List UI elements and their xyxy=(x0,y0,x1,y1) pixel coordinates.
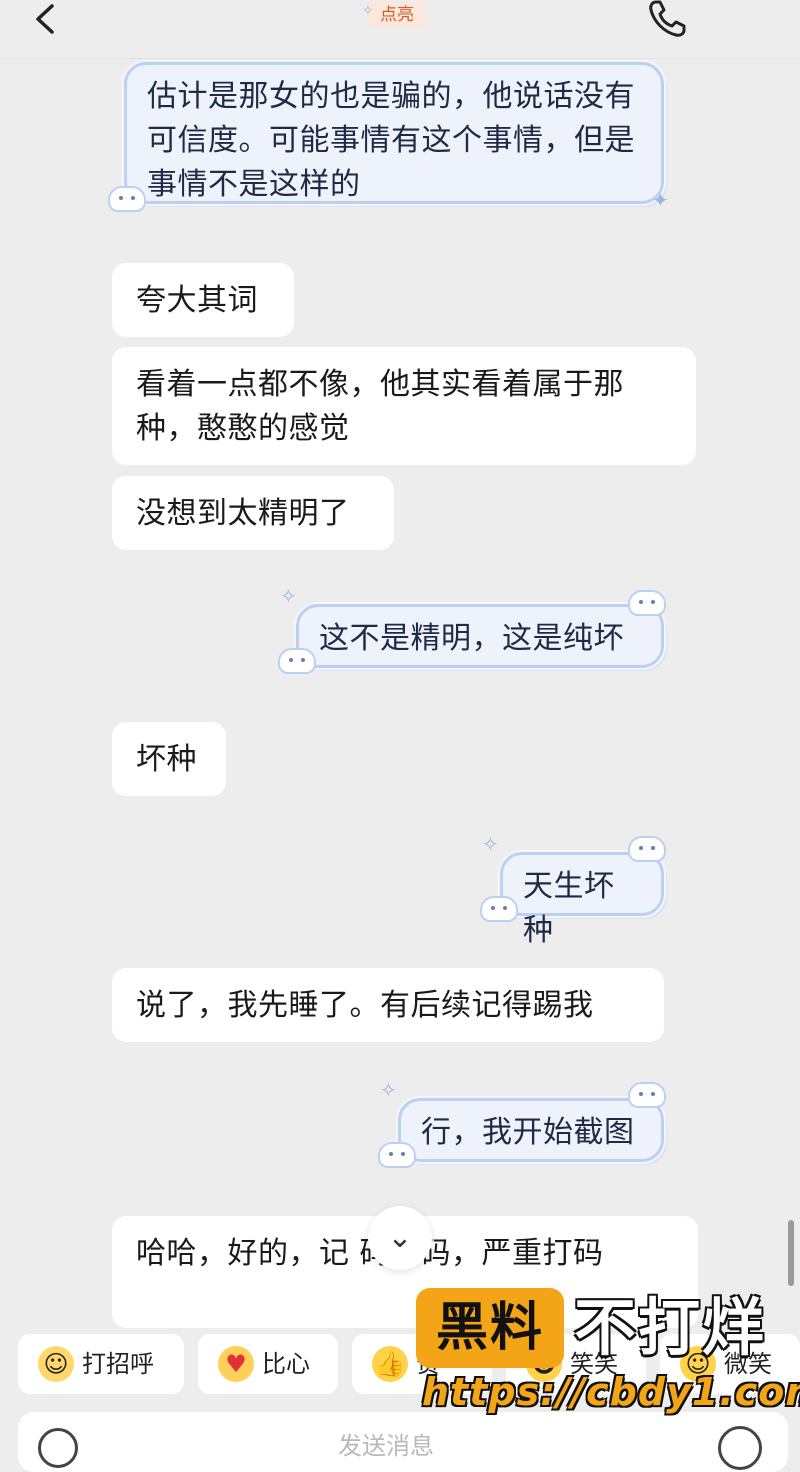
quick-reply-greet[interactable]: ☺ 打招呼 xyxy=(18,1334,184,1394)
message-text: 说了，我先睡了。有后续记得踢我 xyxy=(136,988,594,1023)
message-input[interactable]: 发送消息 xyxy=(338,1426,434,1461)
sparkle-icon: ✧ xyxy=(482,832,499,856)
message-bubble-left[interactable]: 坏种 xyxy=(112,722,226,796)
message-text: 行，我开始截图 xyxy=(421,1115,635,1150)
message-text: 坏种 xyxy=(136,742,197,777)
cat-sticker-icon xyxy=(378,1142,416,1168)
heart-hand-emoji-icon: ♥ xyxy=(218,1346,254,1382)
quick-reply-heart[interactable]: ♥ 比心 xyxy=(198,1334,338,1394)
message-text: 没想到太精明了 xyxy=(136,496,350,531)
chat-header: ✧ 点亮 xyxy=(0,0,800,59)
emoji-picker-icon[interactable] xyxy=(718,1426,762,1470)
sparkle-icon: ✦ xyxy=(652,188,669,212)
scroll-to-bottom-button[interactable]: ⌄ xyxy=(368,1206,432,1270)
highlight-tag-label: 点亮 xyxy=(380,5,414,25)
message-text: 看着一点都不像，他其实看着属于那种，憨憨的感觉 xyxy=(136,367,624,446)
sparkle-icon: ✧ xyxy=(362,3,374,19)
cat-sticker-icon xyxy=(628,1082,666,1108)
phone-call-icon[interactable] xyxy=(646,0,692,38)
message-text: 这不是精明，这是纯坏 xyxy=(319,621,624,656)
highlight-tag[interactable]: ✧ 点亮 xyxy=(362,2,426,28)
back-arrow-icon[interactable] xyxy=(30,2,64,36)
message-bubble-right[interactable]: 估计是那女的也是骗的，他说话没有可信度。可能事情有这个事情，但是事情不是这样的 xyxy=(124,62,664,204)
watermark-slogan: 不打烊 xyxy=(574,1291,767,1364)
quick-reply-label: 打招呼 xyxy=(82,1350,154,1378)
sparkle-icon: ✧ xyxy=(380,1078,397,1102)
message-text: 估计是那女的也是骗的，他说话没有可信度。可能事情有这个事情，但是事情不是这样的 xyxy=(147,79,635,202)
cat-sticker-icon xyxy=(628,590,666,616)
message-bubble-right[interactable]: 这不是精明，这是纯坏 xyxy=(296,604,664,668)
sparkle-icon: ✧ xyxy=(280,584,297,608)
watermark-url: https://cbdy1.com xyxy=(422,1370,800,1414)
cat-sticker-icon xyxy=(628,836,666,862)
message-bubble-right[interactable]: 行，我开始截图 xyxy=(398,1098,664,1162)
voice-input-icon[interactable] xyxy=(38,1428,78,1468)
watermark: 黑料 不打烊 https://cbdy1.com xyxy=(416,1286,800,1416)
scrollbar-thumb[interactable] xyxy=(788,1220,794,1286)
watermark-brand: 黑料 xyxy=(416,1288,564,1368)
message-bubble-left[interactable]: 夸大其词 xyxy=(112,263,294,337)
message-text: 天生坏种 xyxy=(523,869,615,948)
cat-sticker-icon xyxy=(278,648,316,674)
quick-reply-label: 比心 xyxy=(262,1350,310,1378)
message-bubble-left[interactable]: 看着一点都不像，他其实看着属于那种，憨憨的感觉 xyxy=(112,347,696,465)
message-composer[interactable]: 发送消息 xyxy=(18,1412,788,1472)
message-bubble-left[interactable]: 没想到太精明了 xyxy=(112,476,394,550)
cat-sticker-icon xyxy=(480,896,518,922)
message-bubble-left[interactable]: 说了，我先睡了。有后续记得踢我 xyxy=(112,968,664,1042)
wave-emoji-icon: ☺ xyxy=(38,1346,74,1382)
double-chevron-down-icon: ⌄ xyxy=(387,1220,413,1255)
cat-sticker-icon xyxy=(108,186,146,212)
message-text: 夸大其词 xyxy=(136,283,258,318)
thumbs-up-emoji-icon: 👍 xyxy=(372,1346,408,1382)
